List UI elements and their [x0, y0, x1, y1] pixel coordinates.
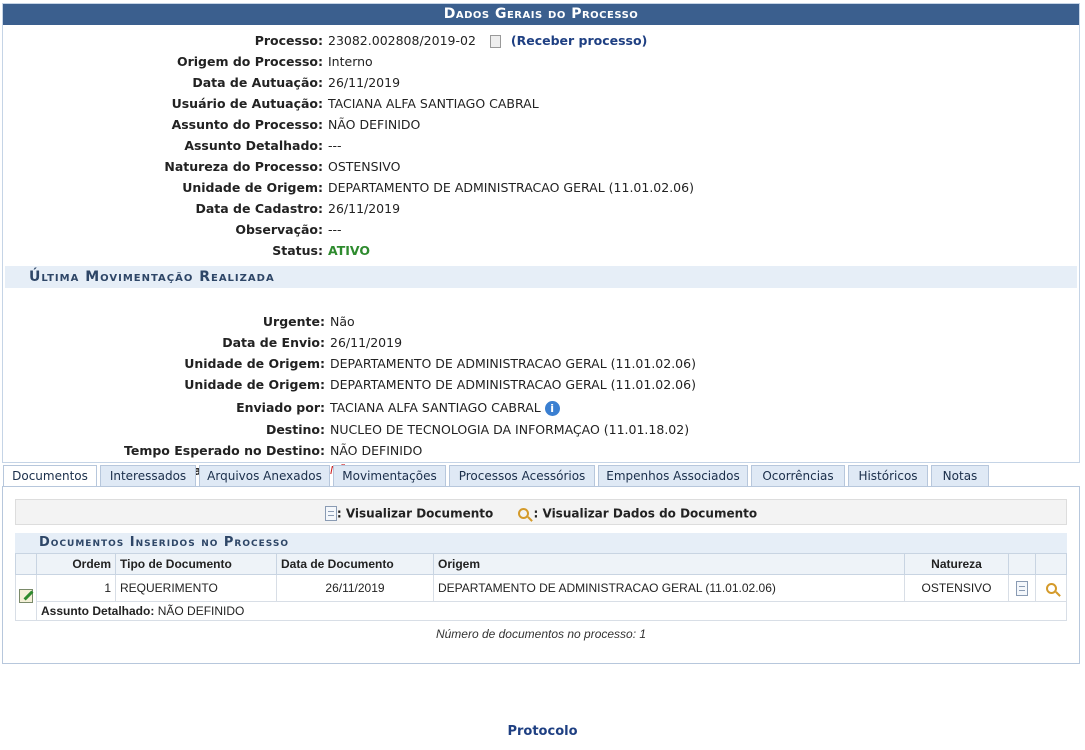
- field-data-autuacao: Data de Autuação: 26/11/2019: [3, 73, 1079, 93]
- footer-protocolo-link[interactable]: Protocolo: [0, 724, 1085, 739]
- process-panel: Dados Gerais do Processo Processo: 23082…: [2, 3, 1080, 478]
- field-label: Observação:: [235, 222, 323, 237]
- field-label: Unidade de Origem:: [184, 356, 325, 371]
- documents-tab-panel: : Visualizar Documento : Visualizar Dado…: [2, 486, 1080, 664]
- field-usuario-autuacao: Usuário de Autuação: TACIANA ALFA SANTIA…: [3, 94, 1079, 114]
- tab-ocorrencias[interactable]: Ocorrências: [751, 465, 845, 486]
- edit-icon[interactable]: [19, 589, 33, 603]
- magnifier-icon: [518, 508, 530, 519]
- movement-section-title: Última Movimentação Realizada: [5, 266, 1077, 288]
- field-data-cadastro: Data de Cadastro: 26/11/2019: [3, 199, 1079, 219]
- cell-ordem: 1: [36, 574, 116, 602]
- detail-value: NÃO DEFINIDO: [157, 604, 245, 618]
- field-unidade-origem: Unidade de Origem: DEPARTAMENTO DE ADMIN…: [3, 178, 1079, 198]
- field-value: 26/11/2019: [328, 75, 401, 90]
- field-value: 26/11/2019: [330, 335, 403, 350]
- field-value: Interno: [328, 54, 373, 69]
- tab-processos-acessorios[interactable]: Processos Acessórios: [449, 465, 595, 486]
- field-label: Assunto Detalhado:: [184, 138, 323, 153]
- col-data: Data de Documento: [276, 553, 434, 575]
- field-label: Unidade de Origem:: [182, 180, 323, 195]
- field-destino: Destino: NUCLEO DE TECNOLOGIA DA INFORMA…: [3, 420, 1079, 440]
- field-value: ---: [328, 138, 342, 153]
- field-assunto-detalhado: Assunto Detalhado: ---: [3, 136, 1079, 156]
- tab-historicos[interactable]: Históricos: [848, 465, 928, 486]
- field-label: Tempo Esperado no Destino:: [123, 443, 325, 458]
- col-natureza: Natureza: [904, 553, 1009, 575]
- receive-process-link[interactable]: (Receber processo): [511, 33, 647, 48]
- field-value: Não: [330, 314, 355, 329]
- field-label: Natureza do Processo:: [164, 159, 323, 174]
- field-label: Destino:: [265, 422, 325, 437]
- field-label: Processo:: [254, 33, 323, 48]
- col-tipo: Tipo de Documento: [115, 553, 277, 575]
- icon-legend: : Visualizar Documento : Visualizar Dado…: [15, 499, 1067, 525]
- field-value: TACIANA ALFA SANTIAGO CABRAL: [328, 96, 539, 111]
- field-label: Data de Envio:: [222, 335, 325, 350]
- tab-arquivos-anexados[interactable]: Arquivos Anexados: [199, 465, 330, 486]
- field-value: DEPARTAMENTO DE ADMINISTRACAO GERAL (11.…: [330, 377, 696, 392]
- field-value: DEPARTAMENTO DE ADMINISTRACAO GERAL (11.…: [328, 180, 694, 195]
- field-label: Status:: [272, 243, 323, 258]
- status-badge: ATIVO: [328, 243, 370, 258]
- documents-count: Número de documentos no processo: 1: [435, 627, 647, 641]
- table-row-detail: Assunto Detalhado: NÃO DEFINIDO: [16, 601, 1067, 621]
- field-value: 23082.002808/2019-02: [328, 33, 476, 48]
- field-value: NUCLEO DE TECNOLOGIA DA INFORMAÇAO (11.0…: [330, 422, 690, 437]
- field-unidade-origem-2: Unidade de Origem: DEPARTAMENTO DE ADMIN…: [3, 375, 1079, 395]
- tab-notas[interactable]: Notas: [931, 465, 989, 486]
- cell-origem: DEPARTAMENTO DE ADMINISTRACAO GERAL (11.…: [433, 574, 905, 602]
- table-row: 1 REQUERIMENTO 26/11/2019 DEPARTAMENTO D…: [15, 574, 1067, 621]
- field-label: Data de Cadastro:: [195, 201, 323, 216]
- field-enviado-por: Enviado por: TACIANA ALFA SANTIAGO CABRA…: [3, 398, 1079, 418]
- field-value: NÃO DEFINIDO: [330, 443, 423, 458]
- legend-view-document: : Visualizar Documento: [336, 506, 494, 521]
- field-value: DEPARTAMENTO DE ADMINISTRACAO GERAL (11.…: [330, 356, 696, 371]
- field-label: Usuário de Autuação:: [171, 96, 323, 111]
- cell-tipo: REQUERIMENTO: [115, 574, 277, 602]
- field-value: ---: [328, 222, 342, 237]
- field-label: Enviado por:: [236, 400, 325, 415]
- field-natureza: Natureza do Processo: OSTENSIVO: [3, 157, 1079, 177]
- field-origem: Origem do Processo: Interno: [3, 52, 1079, 72]
- magnifier-icon[interactable]: [1045, 583, 1057, 595]
- field-value: 26/11/2019: [328, 201, 401, 216]
- tab-movimentacoes[interactable]: Movimentações: [333, 465, 446, 486]
- field-status: Status: ATIVO: [3, 241, 1079, 261]
- field-label: Origem do Processo:: [176, 54, 323, 69]
- field-processo: Processo: 23082.002808/2019-02 (Receber …: [3, 31, 1079, 51]
- field-label: Data de Autuação:: [192, 75, 323, 90]
- tab-interessados[interactable]: Interessados: [100, 465, 196, 486]
- panel-title: Dados Gerais do Processo: [3, 4, 1079, 25]
- cell-data: 26/11/2019: [276, 574, 434, 602]
- view-document-icon: [324, 506, 337, 521]
- field-label: Urgente:: [262, 314, 325, 329]
- field-value: NÃO DEFINIDO: [328, 117, 421, 132]
- cell-natureza: OSTENSIVO: [904, 574, 1009, 602]
- field-unidade-origem-1: Unidade de Origem: DEPARTAMENTO DE ADMIN…: [3, 354, 1079, 374]
- view-document-icon[interactable]: [1016, 580, 1028, 596]
- tab-empenhos-associados[interactable]: Empenhos Associados: [598, 465, 748, 486]
- field-observacao: Observação: ---: [3, 220, 1079, 240]
- print-icon[interactable]: [489, 35, 501, 48]
- field-value: TACIANA ALFA SANTIAGO CABRAL: [330, 400, 541, 415]
- field-value: OSTENSIVO: [328, 159, 401, 174]
- col-origem: Origem: [433, 553, 905, 575]
- field-assunto: Assunto do Processo: NÃO DEFINIDO: [3, 115, 1079, 135]
- field-tempo-esperado: Tempo Esperado no Destino: NÃO DEFINIDO: [3, 441, 1079, 461]
- legend-view-data: : Visualizar Dados do Documento: [533, 506, 758, 521]
- detail-label: Assunto Detalhado:: [41, 604, 155, 618]
- documents-section-title: Documentos Inseridos no Processo: [15, 533, 1067, 553]
- field-label: Unidade de Origem:: [184, 377, 325, 392]
- field-urgente: Urgente: Não: [3, 312, 1079, 332]
- field-data-envio: Data de Envio: 26/11/2019: [3, 333, 1079, 353]
- field-label: Assunto do Processo:: [171, 117, 323, 132]
- documents-table: Ordem Tipo de Documento Data de Document…: [15, 553, 1067, 621]
- tab-documentos[interactable]: Documentos: [3, 465, 97, 488]
- col-ordem: Ordem: [36, 553, 116, 575]
- info-icon[interactable]: i: [544, 401, 560, 416]
